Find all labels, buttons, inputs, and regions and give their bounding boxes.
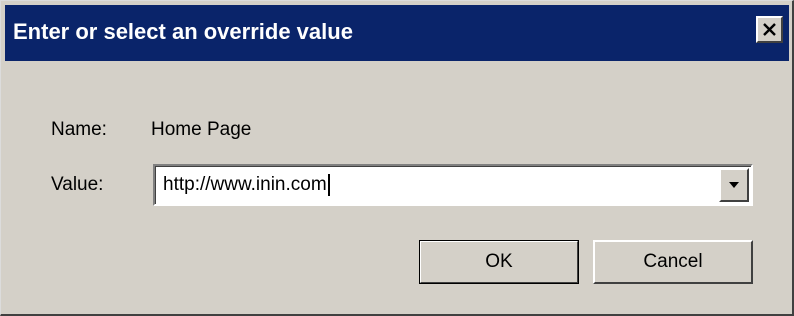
ok-button[interactable]: OK [419,240,579,284]
close-button[interactable] [756,16,783,43]
value-input-text: http://www.inin.com [163,174,327,196]
title-bar[interactable]: Enter or select an override value [5,5,789,61]
override-value-dialog: Enter or select an override value Name: … [0,0,794,316]
value-input[interactable]: http://www.inin.com [163,174,330,196]
dropdown-button[interactable] [719,168,749,202]
text-caret [327,174,330,196]
value-label: Value: [51,174,104,195]
close-x-icon [763,23,776,36]
name-value: Home Page [151,119,252,140]
name-label: Name: [51,119,107,140]
dialog-title: Enter or select an override value [13,19,353,44]
chevron-down-icon [729,182,739,188]
cancel-button[interactable]: Cancel [593,240,753,284]
value-combobox[interactable]: http://www.inin.com [153,164,753,206]
